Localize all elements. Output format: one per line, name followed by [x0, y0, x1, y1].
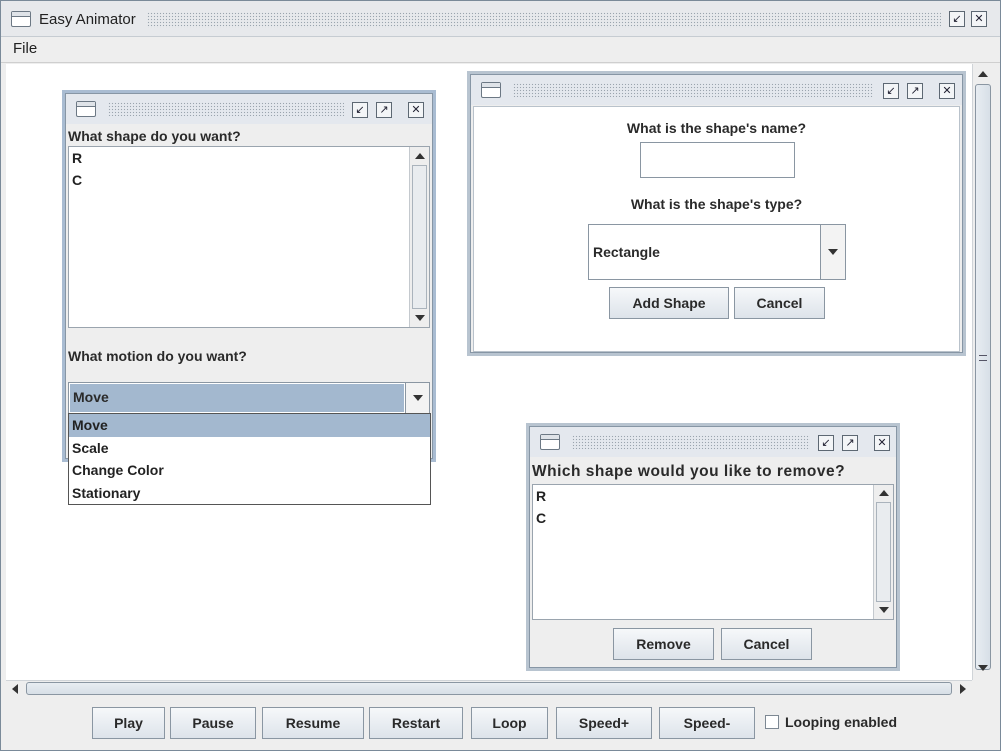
scroll-up-icon[interactable]: [879, 490, 889, 496]
popup-item[interactable]: Scale: [69, 437, 430, 460]
list-item[interactable]: C: [69, 169, 429, 191]
resume-button[interactable]: Resume: [262, 707, 364, 739]
close-icon[interactable]: ✕: [939, 83, 955, 99]
combo-value: Rectangle: [593, 244, 660, 260]
menu-bar: File: [1, 37, 1000, 63]
popup-item[interactable]: Stationary: [69, 482, 430, 505]
scroll-right-icon[interactable]: [960, 684, 966, 694]
chevron-down-icon: [828, 249, 838, 255]
title-grip: [513, 83, 873, 97]
speed-up-button[interactable]: Speed+: [556, 707, 652, 739]
remove-button[interactable]: Remove: [613, 628, 714, 660]
dialog-title-bar[interactable]: ↙ ↗ ✕: [66, 94, 432, 124]
motion-popup-list[interactable]: Move Scale Change Color Stationary: [68, 413, 431, 505]
shape-name-input[interactable]: [640, 142, 795, 178]
main-vertical-scrollbar[interactable]: [972, 64, 992, 680]
scroll-down-icon[interactable]: [978, 665, 988, 671]
motion-combo[interactable]: Move: [68, 382, 430, 414]
looping-label: Looping enabled: [785, 714, 897, 730]
iconify-icon[interactable]: ↙: [352, 102, 368, 118]
remove-shape-dialog: ↙ ↗ ✕ Which shape would you like to remo…: [526, 423, 900, 671]
maximize-icon[interactable]: ↗: [907, 83, 923, 99]
speed-down-button[interactable]: Speed-: [659, 707, 755, 739]
window-icon: [540, 434, 560, 450]
window-icon: [11, 11, 31, 27]
scroll-down-icon[interactable]: [879, 607, 889, 613]
scroll-thumb[interactable]: [975, 84, 991, 670]
close-icon[interactable]: ✕: [408, 102, 424, 118]
scroll-track[interactable]: [876, 502, 891, 602]
cancel-button[interactable]: Cancel: [734, 287, 825, 319]
window-icon: [481, 82, 501, 98]
play-button[interactable]: Play: [92, 707, 165, 739]
restart-button[interactable]: Restart: [369, 707, 463, 739]
scroll-track[interactable]: [412, 165, 427, 309]
scroll-left-icon[interactable]: [12, 684, 18, 694]
horizontal-scroll-thumb[interactable]: [26, 682, 952, 695]
remove-prompt: Which shape would you like to remove?: [532, 463, 846, 480]
popup-item[interactable]: Move: [69, 414, 430, 437]
list-item[interactable]: C: [533, 507, 893, 529]
list-scrollbar[interactable]: [409, 147, 429, 327]
looping-checkbox[interactable]: [765, 715, 779, 729]
close-icon[interactable]: ✕: [874, 435, 890, 451]
list-item[interactable]: R: [69, 147, 429, 169]
shape-list[interactable]: R C: [68, 146, 430, 328]
iconify-icon[interactable]: ↙: [818, 435, 834, 451]
dialog-title-bar[interactable]: ↙ ↗ ✕: [530, 427, 896, 457]
dialog-content: What is the shape's name? What is the sh…: [473, 106, 960, 352]
shape-type-combo[interactable]: Rectangle: [588, 224, 846, 280]
combo-value: Move: [73, 389, 109, 405]
pause-button[interactable]: Pause: [170, 707, 256, 739]
add-shape-dialog: ↙ ↗ ✕ What is the shape's name? What is …: [467, 71, 966, 356]
minimize-icon[interactable]: ↙: [949, 11, 965, 27]
combo-arrow-button[interactable]: [405, 383, 429, 413]
iconify-icon[interactable]: ↙: [883, 83, 899, 99]
title-grip: [108, 102, 344, 116]
title-grip: [572, 435, 810, 449]
list-scrollbar[interactable]: [873, 485, 893, 619]
popup-item[interactable]: Change Color: [69, 459, 430, 482]
list-item[interactable]: R: [533, 485, 893, 507]
title-grip: [147, 12, 941, 28]
shape-prompt: What shape do you want?: [68, 128, 241, 144]
maximize-icon[interactable]: ↗: [376, 102, 392, 118]
close-icon[interactable]: ✕: [971, 11, 987, 27]
main-title-bar[interactable]: Easy Animator ↙ ✕: [1, 1, 1000, 37]
motion-prompt: What motion do you want?: [68, 348, 247, 364]
combo-selection: [70, 384, 404, 412]
scroll-down-icon[interactable]: [415, 315, 425, 321]
window-title: Easy Animator: [39, 11, 136, 28]
playback-controls: Play Pause Resume Restart Loop Speed+ Sp…: [1, 697, 1000, 750]
add-shape-button[interactable]: Add Shape: [609, 287, 729, 319]
thumb-grip-icon: [979, 355, 987, 361]
remove-shape-list[interactable]: R C: [532, 484, 894, 620]
menu-file[interactable]: File: [13, 40, 37, 57]
combo-arrow-button[interactable]: [820, 225, 845, 279]
scroll-up-icon[interactable]: [415, 153, 425, 159]
cancel-button[interactable]: Cancel: [721, 628, 812, 660]
shape-motion-dialog: ↙ ↗ ✕ What shape do you want? R C What m…: [62, 90, 436, 462]
name-prompt: What is the shape's name?: [626, 120, 807, 136]
loop-button[interactable]: Loop: [471, 707, 548, 739]
maximize-icon[interactable]: ↗: [842, 435, 858, 451]
dialog-title-bar[interactable]: ↙ ↗ ✕: [471, 75, 962, 105]
main-horizontal-scrollbar[interactable]: [6, 680, 972, 697]
chevron-down-icon: [413, 395, 423, 401]
window-icon: [76, 101, 96, 117]
type-prompt: What is the shape's type?: [630, 196, 803, 212]
scroll-up-icon[interactable]: [978, 71, 988, 77]
